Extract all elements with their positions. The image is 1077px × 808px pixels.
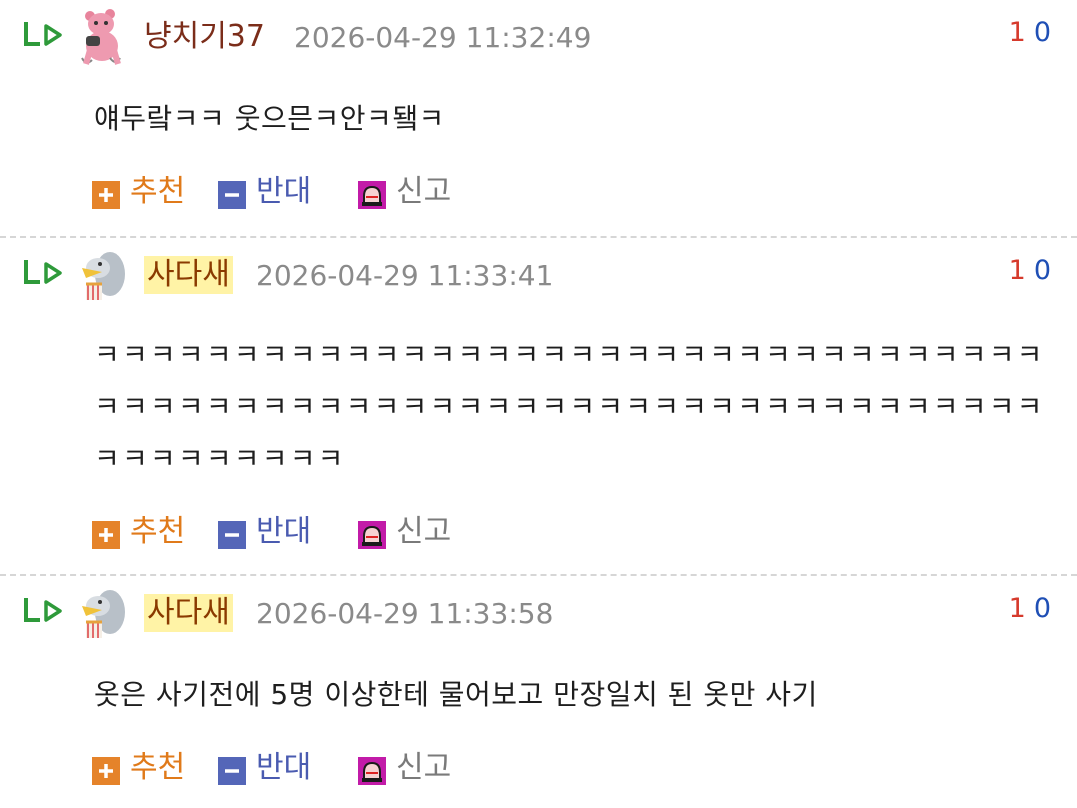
report-button[interactable]: 신고	[358, 512, 468, 552]
avatar[interactable]	[76, 8, 128, 68]
upvote-count: 1	[1008, 255, 1026, 286]
reply-arrow-icon	[24, 260, 62, 284]
recommend-button[interactable]: 추천	[92, 512, 202, 552]
report-label: 신고	[396, 174, 452, 209]
comment-actions: 추천 반대 신고	[92, 512, 512, 552]
siren-icon	[358, 757, 386, 785]
siren-icon	[358, 521, 386, 549]
oppose-label: 반대	[256, 750, 312, 785]
vote-count: 10	[1009, 16, 1051, 50]
reply-arrow-icon	[24, 22, 62, 46]
comment-header: 사다새 2026-04-29 11:33:58 10	[0, 576, 1077, 652]
upvote-count: 1	[1008, 593, 1026, 624]
plus-icon	[92, 521, 120, 549]
avatar[interactable]	[76, 584, 128, 644]
siren-icon	[358, 181, 386, 209]
downvote-count: 0	[1033, 255, 1051, 286]
minus-icon	[218, 521, 246, 549]
oppose-label: 반대	[256, 174, 312, 209]
comment-datetime: 2026-04-29 11:33:41	[256, 259, 554, 292]
report-button[interactable]: 신고	[358, 172, 468, 212]
plus-icon	[92, 757, 120, 785]
report-label: 신고	[396, 514, 452, 549]
comment-item: 사다새 2026-04-29 11:33:58 10 옷은 사기전에 5명 이상…	[0, 576, 1077, 808]
comment-actions: 추천 반대 신고	[92, 748, 512, 788]
comment-nickname[interactable]: 냥치기37	[144, 18, 265, 56]
vote-count: 10	[1009, 254, 1051, 288]
vote-count: 10	[1009, 592, 1051, 626]
avatar[interactable]	[76, 246, 128, 306]
comment-text: 옷은 사기전에 5명 이상한테 물어보고 만장일치 된 옷만 사기	[94, 678, 818, 711]
minus-icon	[218, 757, 246, 785]
comment-text: 얘두랔ㅋㅋ 웃으믄ㅋ안ㅋ됔ㅋ	[94, 102, 445, 135]
downvote-count: 0	[1033, 17, 1051, 48]
recommend-label: 추천	[130, 174, 186, 209]
recommend-button[interactable]: 추천	[92, 172, 202, 212]
oppose-label: 반대	[256, 514, 312, 549]
report-label: 신고	[396, 750, 452, 785]
recommend-label: 추천	[130, 750, 186, 785]
comment-header: 사다새 2026-04-29 11:33:41 10	[0, 238, 1077, 314]
comment-item: 냥치기37 2026-04-29 11:32:49 10 얘두랔ㅋㅋ 웃으믄ㅋ안…	[0, 0, 1077, 238]
recommend-button[interactable]: 추천	[92, 748, 202, 788]
recommend-label: 추천	[130, 514, 186, 549]
oppose-button[interactable]: 반대	[218, 172, 328, 212]
comment-nickname[interactable]: 사다새	[144, 594, 233, 632]
upvote-count: 1	[1008, 17, 1026, 48]
downvote-count: 0	[1033, 593, 1051, 624]
minus-icon	[218, 181, 246, 209]
comment-datetime: 2026-04-29 11:32:49	[294, 21, 592, 54]
oppose-button[interactable]: 반대	[218, 748, 328, 788]
comment-header: 냥치기37 2026-04-29 11:32:49 10	[0, 0, 1077, 76]
comment-datetime: 2026-04-29 11:33:58	[256, 597, 554, 630]
report-button[interactable]: 신고	[358, 748, 468, 788]
comment-actions: 추천 반대 신고	[92, 172, 512, 212]
comment-text: ㅋㅋㅋㅋㅋㅋㅋㅋㅋㅋㅋㅋㅋㅋㅋㅋㅋㅋㅋㅋㅋㅋㅋㅋㅋㅋㅋㅋㅋㅋㅋㅋㅋㅋㅋㅋㅋㅋㅋㅋ…	[94, 338, 1045, 475]
oppose-button[interactable]: 반대	[218, 512, 328, 552]
comment-item: 사다새 2026-04-29 11:33:41 10 ㅋㅋㅋㅋㅋㅋㅋㅋㅋㅋㅋㅋㅋ…	[0, 238, 1077, 576]
plus-icon	[92, 181, 120, 209]
reply-arrow-icon	[24, 598, 62, 622]
comment-nickname[interactable]: 사다새	[144, 256, 233, 294]
